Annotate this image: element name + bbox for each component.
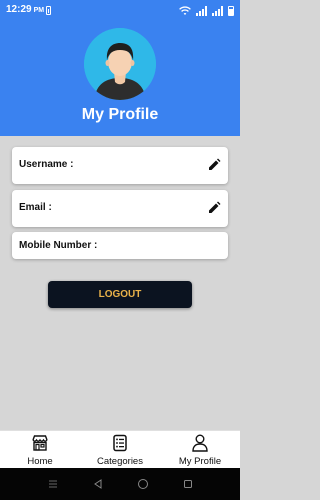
signal-icon-2 — [212, 6, 223, 16]
nav-categories-label: Categories — [97, 456, 143, 467]
menu-lines-icon[interactable] — [47, 478, 59, 490]
status-bar: 12:29 PM — [0, 0, 240, 22]
profile-header: My Profile — [0, 22, 240, 136]
status-ampm: PM — [33, 7, 45, 14]
list-icon — [113, 434, 127, 452]
status-time: 12:29 PM — [6, 4, 45, 15]
home-circle-icon[interactable] — [137, 478, 149, 490]
nav-home-label: Home — [27, 456, 53, 467]
email-card: Email : — [12, 190, 228, 227]
battery-saver-icon — [46, 6, 51, 15]
email-label: Email : — [19, 202, 52, 213]
nav-my-profile-label: My Profile — [178, 456, 222, 467]
mobile-number-card: Mobile Number : — [12, 232, 228, 259]
nav-home[interactable]: Home — [0, 431, 80, 468]
username-edit-icon[interactable] — [207, 158, 221, 172]
user-avatar-icon — [84, 28, 156, 100]
person-icon — [192, 434, 208, 452]
logout-button[interactable]: LOGOUT — [48, 281, 192, 308]
back-icon[interactable] — [92, 478, 104, 490]
page-title: My Profile — [81, 106, 159, 123]
status-icons — [179, 5, 234, 16]
username-label: Username : — [19, 159, 74, 170]
signal-icon — [196, 6, 207, 16]
store-icon — [32, 435, 48, 451]
battery-icon — [228, 6, 234, 16]
android-system-nav — [0, 468, 240, 500]
bottom-nav: Home Categories My Profile — [0, 430, 240, 468]
email-edit-icon[interactable] — [207, 201, 221, 215]
username-card: Username : — [12, 147, 228, 184]
wifi-icon — [179, 6, 191, 15]
mobile-number-label: Mobile Number : — [19, 240, 98, 251]
nav-my-profile[interactable]: My Profile — [160, 431, 240, 468]
recents-icon[interactable] — [182, 478, 194, 490]
nav-categories[interactable]: Categories — [80, 431, 160, 468]
